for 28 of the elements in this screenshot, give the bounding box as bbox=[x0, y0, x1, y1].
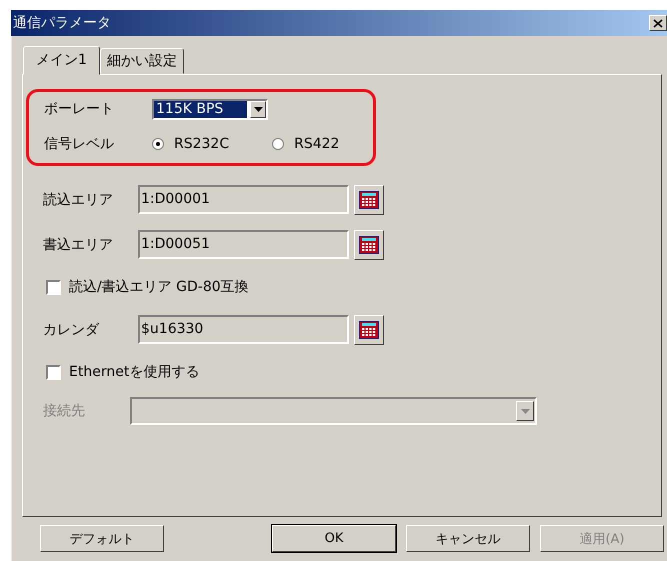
field-label: カレンダ bbox=[43, 320, 100, 338]
dialog-button[interactable]: デフォルト bbox=[40, 525, 164, 552]
dialog-button[interactable]: キャンセル bbox=[406, 525, 530, 552]
field-label: 接続先 bbox=[43, 402, 86, 420]
tab[interactable]: 細かい設定 bbox=[100, 48, 184, 74]
input-field[interactable]: $u16330 bbox=[138, 315, 349, 344]
checkbox[interactable] bbox=[46, 364, 61, 380]
window-title: 通信パラメータ bbox=[13, 14, 111, 32]
field-label: 読込エリア bbox=[43, 190, 114, 208]
dialog-button[interactable]: OK bbox=[272, 525, 396, 552]
radio-option[interactable]: RS232C bbox=[152, 136, 230, 152]
dialog-button: 適用(A) bbox=[540, 525, 664, 552]
checkbox-label: Ethernetを使用する bbox=[69, 363, 200, 381]
input-field[interactable]: 1:D00001 bbox=[138, 185, 349, 214]
checkbox-label: 読込/書込エリア GD-80互換 bbox=[69, 278, 249, 296]
calculator-button[interactable] bbox=[354, 184, 384, 214]
field-label: 書込エリア bbox=[43, 236, 114, 254]
radio-option[interactable]: RS422 bbox=[272, 136, 340, 152]
checkbox[interactable] bbox=[46, 280, 61, 294]
tab[interactable]: メイン1 bbox=[23, 46, 100, 75]
calculator-button[interactable] bbox=[354, 230, 384, 260]
close-icon bbox=[653, 18, 663, 28]
input-field[interactable]: 1:D00051 bbox=[138, 230, 349, 259]
field-label: 信号レベル bbox=[44, 135, 115, 153]
close-button[interactable] bbox=[649, 15, 667, 31]
field-label: ボーレート bbox=[44, 100, 115, 118]
dropdown[interactable]: 115K BPS bbox=[152, 98, 268, 120]
calculator-button[interactable] bbox=[354, 314, 384, 344]
